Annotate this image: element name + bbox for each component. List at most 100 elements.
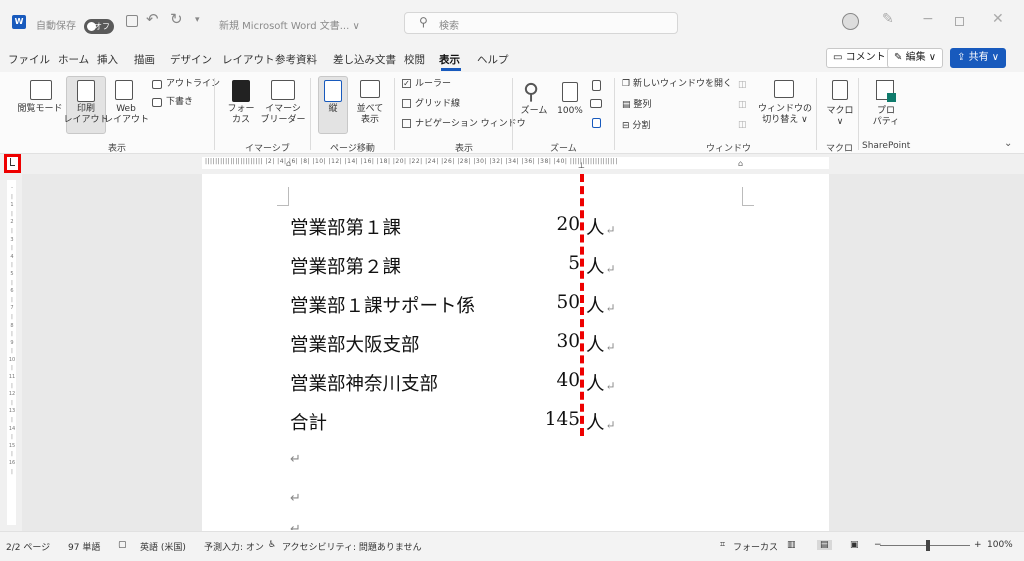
collapse-ribbon-icon[interactable]: ⌄ bbox=[1004, 138, 1012, 149]
tab-insert[interactable]: 挿入 bbox=[97, 52, 118, 67]
left-tab-icon bbox=[10, 158, 15, 166]
checkbox-icon bbox=[402, 99, 411, 108]
right-indent-marker-icon[interactable]: ⌂ bbox=[738, 159, 743, 168]
gridlines-checkbox[interactable]: グリッド線 bbox=[402, 99, 460, 110]
focus-button[interactable]: フォー カス bbox=[220, 104, 262, 126]
vertical-button[interactable]: 縦 bbox=[318, 104, 348, 115]
web-layout-button[interactable]: Web レイアウト bbox=[104, 104, 149, 126]
search-input[interactable]: 検索 bbox=[439, 17, 459, 32]
web-layout-view-icon[interactable]: ▣ bbox=[850, 540, 859, 550]
accessibility-status[interactable]: アクセシビリティ: 問題ありません bbox=[282, 540, 422, 553]
focus-mode-button[interactable]: フォーカス bbox=[733, 540, 778, 553]
empty-paragraph: ↵ bbox=[290, 522, 301, 530]
tab-file[interactable]: ファイル bbox=[8, 52, 50, 67]
tab-view[interactable]: 表示 bbox=[439, 52, 460, 67]
outline-button[interactable]: アウトライン bbox=[166, 79, 220, 90]
zoom-100-button[interactable]: 100% bbox=[552, 106, 588, 117]
print-layout-view-icon[interactable]: ▤ bbox=[817, 540, 832, 550]
paragraph-mark: ↵ bbox=[605, 379, 616, 393]
empty-paragraph: ↵ bbox=[290, 452, 301, 467]
row-label: 営業部神奈川支部 bbox=[290, 374, 439, 395]
row-unit-text: 人 bbox=[586, 335, 605, 356]
left-indent-marker-icon[interactable]: ⌂ bbox=[286, 159, 291, 168]
sync-scroll-icon[interactable]: ◫ bbox=[738, 100, 747, 110]
row-label: 営業部大阪支部 bbox=[290, 335, 420, 356]
side-by-side-button[interactable]: 並べて 表示 bbox=[352, 104, 388, 126]
multiple-pages-icon bbox=[590, 99, 602, 108]
tab-home[interactable]: ホーム bbox=[58, 52, 89, 67]
tab-design[interactable]: デザイン bbox=[170, 52, 212, 67]
row-unit-text: 人 bbox=[586, 413, 605, 434]
switch-windows-button[interactable]: ウィンドウの 切り替え ∨ bbox=[758, 104, 812, 126]
proofing-icon[interactable]: ▢ bbox=[118, 540, 127, 550]
page-count[interactable]: 2/2 ページ bbox=[6, 540, 50, 553]
row-unit: 人↵ bbox=[586, 292, 616, 318]
word-count[interactable]: 97 単語 bbox=[68, 540, 100, 553]
undo-icon[interactable]: ↶ bbox=[146, 10, 159, 28]
tab-help[interactable]: ヘルプ bbox=[477, 52, 509, 67]
macro-icon bbox=[832, 80, 848, 100]
zoom-level[interactable]: 100% bbox=[987, 540, 1013, 550]
reset-window-icon[interactable]: ◫ bbox=[738, 120, 747, 130]
pen-icon[interactable]: ✎ bbox=[882, 11, 894, 27]
draft-button[interactable]: 下書き bbox=[166, 97, 193, 108]
tab-layout[interactable]: レイアウト bbox=[222, 52, 275, 67]
minimize-icon[interactable]: − bbox=[922, 11, 934, 27]
paragraph-mark: ↵ bbox=[605, 223, 616, 237]
margin-corner bbox=[742, 205, 754, 206]
row-count: 5 bbox=[568, 253, 580, 274]
language[interactable]: 英語 (米国) bbox=[140, 540, 186, 553]
split-button[interactable]: ⊟ 分割 bbox=[622, 121, 650, 132]
save-icon[interactable] bbox=[126, 15, 138, 27]
zoom-in-button[interactable]: + bbox=[974, 540, 982, 550]
close-icon[interactable]: ✕ bbox=[992, 11, 1004, 27]
word-app-icon: W bbox=[12, 15, 26, 29]
predictive-text[interactable]: 予測入力: オン bbox=[204, 540, 264, 553]
group-show-label: 表示 bbox=[455, 144, 474, 154]
restore-icon[interactable] bbox=[955, 17, 964, 26]
margin-corner bbox=[277, 205, 289, 206]
tab-draw[interactable]: 描画 bbox=[134, 52, 155, 67]
view-side-by-side-icon[interactable]: ◫ bbox=[738, 80, 747, 90]
document-title[interactable]: 新規 Microsoft Word 文書... ∨ bbox=[219, 17, 360, 32]
zoom-slider-track[interactable] bbox=[880, 545, 970, 546]
properties-button[interactable]: プロ パティ bbox=[866, 106, 906, 128]
nav-pane-checkbox[interactable]: ナビゲーション ウィンドウ bbox=[402, 119, 526, 130]
ribbon-separator bbox=[214, 78, 215, 150]
tab-mailings[interactable]: 差し込み文書 bbox=[333, 52, 396, 67]
autosave-label: 自動保存 bbox=[36, 21, 76, 32]
paragraph-mark: ↵ bbox=[605, 418, 616, 432]
side-by-side-icon bbox=[360, 80, 380, 98]
tab-review[interactable]: 校閲 bbox=[404, 52, 425, 67]
immersive-reader-button[interactable]: イマーシ ブリーダー bbox=[260, 104, 306, 126]
redo-icon[interactable]: ↻ bbox=[170, 10, 183, 28]
share-button[interactable]: ⇪ 共有 ∨ bbox=[950, 48, 1007, 68]
autosave-toggle[interactable]: オフ bbox=[84, 14, 114, 34]
tab-stop-marker-icon[interactable]: ⊥ bbox=[578, 161, 585, 170]
search-box[interactable]: ⚲ 検索 bbox=[404, 12, 678, 34]
arrange-icon: ▤ bbox=[622, 100, 634, 110]
immersive-reader-icon bbox=[271, 80, 295, 100]
row-unit-text: 人 bbox=[586, 218, 605, 239]
row-count: 30 bbox=[556, 331, 580, 352]
comment-button[interactable]: ▭ コメント bbox=[826, 48, 893, 68]
ribbon-separator bbox=[614, 78, 615, 150]
row-count: 145 bbox=[544, 409, 580, 430]
edit-button[interactable]: ✎ 編集 ∨ bbox=[887, 48, 944, 68]
customize-toolbar-icon[interactable]: ▾ bbox=[195, 15, 200, 25]
new-window-button[interactable]: ❐ 新しいウィンドウを開く bbox=[622, 79, 732, 90]
arrange-button[interactable]: ▤ 整列 bbox=[622, 100, 651, 111]
account-avatar-icon[interactable] bbox=[842, 13, 859, 30]
zoom-slider-thumb[interactable] bbox=[926, 540, 930, 551]
margin-corner bbox=[288, 187, 289, 205]
ruler-ticks: ||||||||||||||||||||||| |2| |4| |6| |8| … bbox=[205, 158, 618, 165]
focus-mode-icon: ⌗ bbox=[720, 540, 726, 550]
zoom-button[interactable]: ズーム bbox=[516, 106, 552, 117]
macros-button[interactable]: マクロ ∨ bbox=[822, 106, 858, 128]
vertical-ruler-ticks: - | 1 | 2 | 3 | 4 | 5 | 6 | 7 | 8 | 9 | 10 | 11 | 12 | 13 | 14 | 15 | 16… bbox=[8, 185, 16, 475]
tab-alignment-guide bbox=[580, 174, 584, 436]
ruler-checkbox[interactable]: ✓ ルーラー bbox=[402, 79, 451, 90]
read-mode-view-icon[interactable]: ▥ bbox=[787, 540, 796, 550]
ribbon-separator bbox=[394, 78, 395, 150]
tab-references[interactable]: 参考資料 bbox=[275, 52, 317, 67]
